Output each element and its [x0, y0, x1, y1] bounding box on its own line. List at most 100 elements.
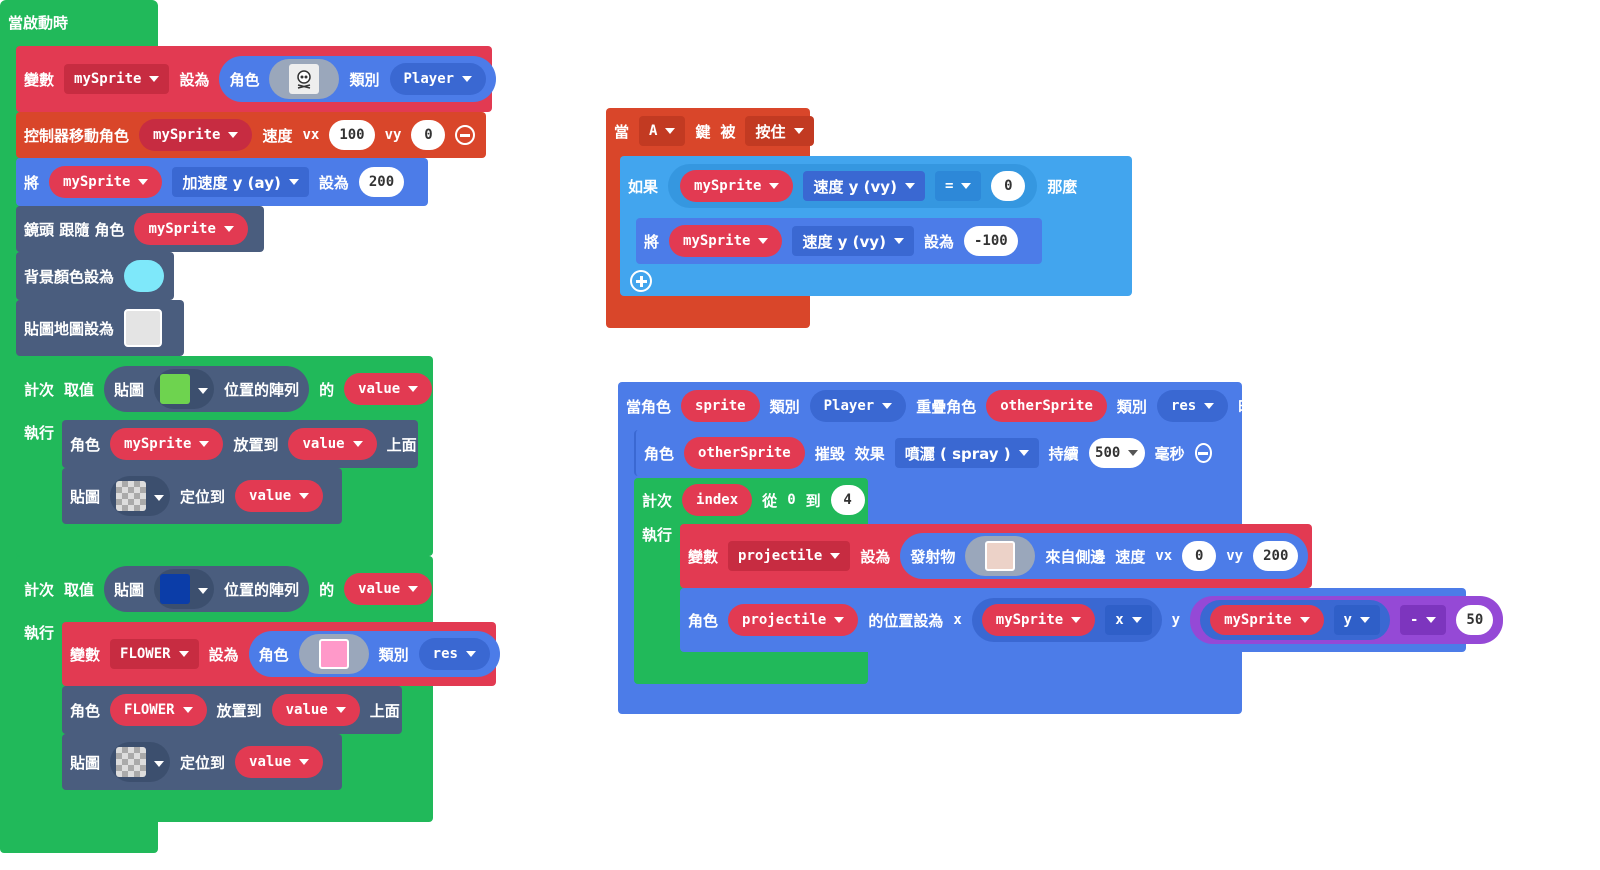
x-property-dropdown[interactable]: x: [1105, 605, 1152, 635]
set-tilemap-block[interactable]: 貼圖地圖設為: [16, 300, 184, 356]
other-sprite-param[interactable]: otherSprite: [986, 390, 1107, 422]
compare-block[interactable]: mySprite 速度 y (vy) = 0: [668, 164, 1038, 208]
set-value-input[interactable]: -100: [963, 226, 1018, 256]
sprite-label: 角色: [70, 701, 101, 720]
accel-value-input[interactable]: 200: [358, 167, 405, 197]
compare-value-input[interactable]: 0: [991, 171, 1026, 201]
controller-sprite-dropdown[interactable]: mySprite: [139, 119, 253, 151]
add-else-plus-icon[interactable]: [630, 270, 652, 292]
set-projectile-block[interactable]: 變數 projectile 設為 發射物 來自側邊 速度 vx 0 vy 200: [680, 524, 1312, 588]
when-sprite-label: 當角色: [626, 397, 672, 416]
vy-input[interactable]: 0: [411, 120, 446, 150]
projectile-from-side-block[interactable]: 發射物 來自側邊 速度 vx 0 vy 200: [900, 533, 1309, 579]
loop-variable[interactable]: value: [344, 573, 433, 605]
passive-label: 被: [720, 122, 736, 141]
position-sprite-dropdown[interactable]: projectile: [728, 604, 859, 636]
vy-input[interactable]: 200: [1253, 541, 1299, 571]
create-sprite-block[interactable]: 角色 類別 Player: [219, 56, 497, 102]
y-property-dropdown[interactable]: y: [1333, 605, 1380, 635]
place-on-tile-block[interactable]: 角色 mySprite 放置到 value 上面: [62, 420, 418, 468]
for-index-header: 計次 index 從 0 到 4: [634, 482, 873, 518]
loop-variable[interactable]: value: [344, 373, 433, 405]
set-variable-label: 變數: [688, 547, 719, 566]
set-sprite-dropdown[interactable]: mySprite: [669, 225, 783, 257]
duration-dropdown[interactable]: 500: [1088, 438, 1145, 468]
place-target-dropdown[interactable]: value: [288, 428, 377, 460]
sprite-x-block[interactable]: mySprite x: [971, 598, 1162, 642]
sprite-label: 角色: [688, 611, 719, 630]
projectile-image-picker[interactable]: [965, 536, 1036, 576]
sprite-image-picker[interactable]: [298, 634, 369, 674]
x-sprite-dropdown[interactable]: mySprite: [981, 604, 1096, 636]
place-on-tile-block[interactable]: 角色 FLOWER 放置到 value 上面: [62, 686, 402, 734]
property-dropdown[interactable]: 加速度 y (ay): [172, 167, 309, 197]
set-flower-block[interactable]: 變數 FLOWER 設為 角色 類別 res: [62, 622, 500, 686]
math-operator-dropdown[interactable]: -: [1399, 605, 1447, 635]
tiles-of-kind-block[interactable]: 貼圖 位置的陣列: [104, 366, 310, 412]
kind-dropdown[interactable]: Player: [389, 63, 487, 95]
place-target-dropdown[interactable]: value: [271, 694, 360, 726]
collapse-minus-icon[interactable]: [455, 125, 476, 145]
set-tile-at-block[interactable]: 貼圖 定位到 value: [62, 468, 342, 524]
vx-input[interactable]: 100: [329, 120, 375, 150]
place-target-name: value: [302, 436, 345, 452]
accel-sprite-dropdown[interactable]: mySprite: [49, 166, 163, 198]
compare-property-dropdown[interactable]: 速度 y (vy): [803, 171, 925, 201]
sprite-param[interactable]: sprite: [681, 390, 760, 422]
projectile-variable-dropdown[interactable]: projectile: [728, 541, 851, 571]
compare-sprite-dropdown[interactable]: mySprite: [680, 170, 794, 202]
destroy-sprite-block[interactable]: 角色 otherSprite 摧毀 效果 噴灑 ( spray ) 持續 500…: [634, 430, 1220, 476]
set-position-block[interactable]: 角色 projectile 的位置設為 x mySprite x y mySpr…: [680, 588, 1504, 652]
tile-picker[interactable]: [110, 476, 171, 516]
collapse-minus-icon[interactable]: [1194, 443, 1212, 463]
vx-input[interactable]: 0: [1182, 541, 1217, 571]
kind-dropdown[interactable]: res: [418, 638, 490, 670]
tile-picker[interactable]: [110, 742, 171, 782]
set-velocity-block[interactable]: 將 mySprite 速度 y (vy) 設為 -100: [636, 218, 1042, 264]
compare-property-name: 速度 y (vy): [813, 177, 897, 196]
sprite-label: 角色: [644, 444, 675, 463]
kind-dropdown-2[interactable]: res: [1156, 390, 1229, 422]
background-color-swatch[interactable]: [124, 260, 165, 292]
controller-move-block[interactable]: 控制器移動角色 mySprite 速度 vx 100 vy 0: [16, 112, 486, 158]
tiles-of-kind-block[interactable]: 貼圖 位置的陣列: [104, 566, 310, 612]
tile-picker[interactable]: [154, 569, 215, 609]
camera-follow-block[interactable]: 鏡頭 跟隨 角色 mySprite: [16, 206, 264, 252]
variable-dropdown[interactable]: FLOWER: [110, 639, 199, 669]
camera-sprite-dropdown[interactable]: mySprite: [134, 213, 248, 245]
locate-target-dropdown[interactable]: value: [235, 480, 324, 512]
tilemap-picker[interactable]: [124, 309, 163, 347]
place-sprite-name: FLOWER: [124, 702, 175, 718]
background-color-block[interactable]: 背景顏色設為: [16, 252, 174, 300]
locate-target-dropdown[interactable]: value: [235, 746, 324, 778]
on-start-header: 當啟動時: [0, 6, 76, 38]
for-label: 計次: [24, 380, 55, 399]
transparent-tile-icon: [116, 747, 147, 777]
sprite-y-block[interactable]: mySprite y: [1200, 600, 1390, 640]
property-name: 加速度 y (ay): [182, 173, 281, 192]
subtract-block[interactable]: mySprite y - 50: [1190, 596, 1504, 644]
sprite-image-picker[interactable]: [269, 59, 340, 99]
place-sprite-dropdown[interactable]: FLOWER: [110, 694, 207, 726]
place-sprite-dropdown[interactable]: mySprite: [110, 428, 224, 460]
kind-label-2: 類別: [1116, 397, 1147, 416]
set-sprite-name: mySprite: [683, 233, 751, 249]
create-sprite-block[interactable]: 角色 類別 res: [248, 631, 500, 677]
operator-dropdown[interactable]: =: [934, 171, 982, 201]
effect-dropdown[interactable]: 噴灑 ( spray ): [894, 438, 1039, 468]
button-key-dropdown[interactable]: A: [639, 116, 686, 146]
y-sprite-dropdown[interactable]: mySprite: [1210, 605, 1324, 635]
variable-dropdown[interactable]: mySprite: [64, 64, 170, 94]
set-variable-block[interactable]: 變數 mySprite 設為 角色 類別 Player: [16, 46, 497, 112]
to-value-input[interactable]: 4: [830, 485, 865, 515]
set-acceleration-block[interactable]: 將 mySprite 加速度 y (ay) 設為 200: [16, 158, 428, 206]
index-variable[interactable]: index: [682, 484, 753, 516]
tile-picker[interactable]: [154, 369, 215, 409]
subtract-value-input[interactable]: 50: [1456, 605, 1494, 635]
kind-dropdown[interactable]: Player: [809, 390, 907, 422]
set-tile-at-block[interactable]: 貼圖 定位到 value: [62, 734, 342, 790]
destroy-sprite-var[interactable]: otherSprite: [684, 437, 805, 469]
button-action-dropdown[interactable]: 按住: [745, 116, 814, 146]
set-property-dropdown[interactable]: 速度 y (vy): [792, 226, 914, 256]
key-label: 鍵: [695, 122, 711, 141]
